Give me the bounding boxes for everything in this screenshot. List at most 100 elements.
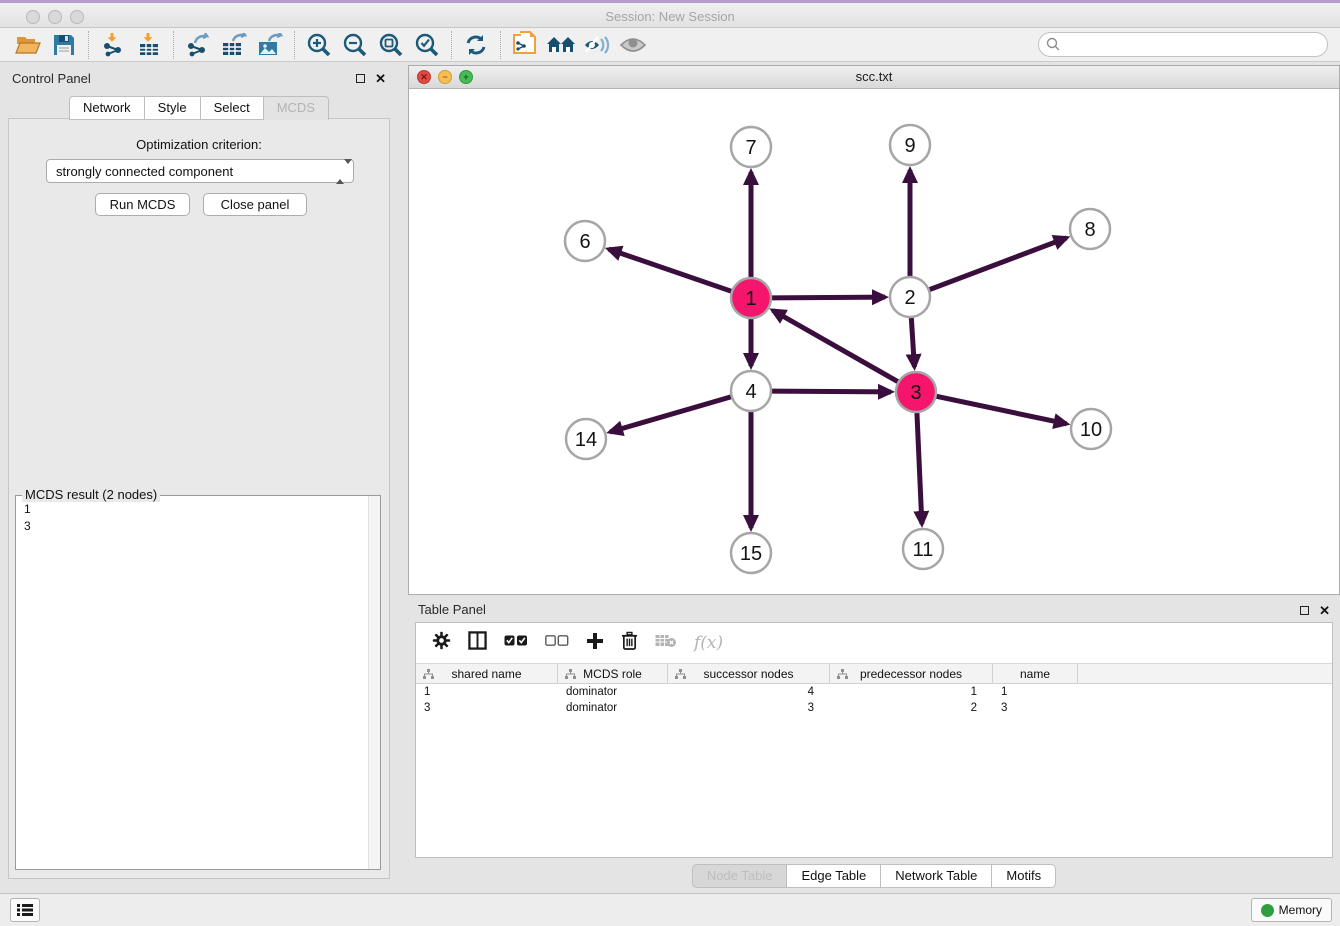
window-title: Session: New Session bbox=[0, 9, 1340, 24]
run-mcds-button[interactable]: Run MCDS bbox=[95, 193, 190, 216]
network-window-titlebar[interactable]: ✕ − + scc.txt bbox=[409, 66, 1339, 89]
search-box bbox=[1038, 32, 1328, 57]
result-scrollbar[interactable] bbox=[368, 496, 380, 869]
graph-node-label: 3 bbox=[910, 382, 921, 404]
table-header-row: shared nameMCDS rolesuccessor nodesprede… bbox=[416, 663, 1332, 684]
table-cell: dominator bbox=[558, 684, 668, 700]
export-network-icon[interactable] bbox=[180, 30, 216, 60]
graph-node-label: 10 bbox=[1080, 419, 1102, 441]
search-input[interactable] bbox=[1038, 32, 1328, 57]
tab-network[interactable]: Network bbox=[69, 96, 145, 120]
network-close-icon[interactable]: ✕ bbox=[417, 70, 431, 84]
optimization-label: Optimization criterion: bbox=[9, 137, 389, 152]
delete-column-icon[interactable] bbox=[621, 631, 638, 655]
table-cell: 1 bbox=[416, 684, 558, 700]
tab-style[interactable]: Style bbox=[145, 96, 201, 120]
add-column-icon[interactable] bbox=[586, 632, 604, 655]
memory-label: Memory bbox=[1279, 903, 1322, 917]
graph-node-label: 7 bbox=[745, 137, 756, 159]
mcds-result-title: MCDS result (2 nodes) bbox=[22, 487, 160, 502]
save-session-icon[interactable] bbox=[46, 30, 82, 60]
zoom-fit-icon[interactable] bbox=[373, 30, 409, 60]
float-table-panel-icon[interactable] bbox=[1300, 606, 1309, 615]
graph-node-label: 2 bbox=[904, 287, 915, 309]
network-minimize-icon[interactable]: − bbox=[438, 70, 452, 84]
graph-edge-2-3[interactable] bbox=[911, 318, 914, 367]
import-table-icon[interactable] bbox=[131, 30, 167, 60]
tab-node-table[interactable]: Node Table bbox=[692, 864, 788, 888]
graph-edge-3-11[interactable] bbox=[917, 413, 922, 524]
toolbar-separator bbox=[500, 31, 501, 59]
float-panel-icon[interactable] bbox=[356, 74, 365, 83]
function-builder-icon: f(x) bbox=[694, 633, 723, 653]
table-panel: Table Panel ✕ bbox=[408, 595, 1340, 893]
tab-mcds[interactable]: MCDS bbox=[264, 96, 329, 120]
homes-icon[interactable] bbox=[543, 30, 579, 60]
network-maximize-icon[interactable]: + bbox=[459, 70, 473, 84]
select-all-columns-icon[interactable] bbox=[504, 634, 528, 652]
titlebar: Session: New Session bbox=[0, 0, 1340, 28]
refresh-icon[interactable] bbox=[458, 30, 494, 60]
zoom-out-icon[interactable] bbox=[337, 30, 373, 60]
delete-table-icon bbox=[655, 634, 677, 653]
table-cell: 3 bbox=[416, 700, 558, 716]
column-header[interactable]: shared name bbox=[416, 664, 558, 683]
tab-select[interactable]: Select bbox=[201, 96, 264, 120]
table-toolbar: f(x) bbox=[416, 623, 1332, 663]
status-bar: Memory bbox=[0, 893, 1340, 926]
table-tabs: Node TableEdge TableNetwork TableMotifs bbox=[408, 864, 1340, 888]
graphics-details-icon[interactable] bbox=[579, 30, 615, 60]
close-panel-icon[interactable]: ✕ bbox=[375, 74, 386, 83]
close-table-panel-icon[interactable]: ✕ bbox=[1319, 606, 1330, 615]
table-cell: 1 bbox=[993, 684, 1078, 700]
tab-motifs[interactable]: Motifs bbox=[992, 864, 1056, 888]
toolbar-separator bbox=[88, 31, 89, 59]
graph-edge-1-2[interactable] bbox=[772, 297, 885, 298]
graph-node-label: 6 bbox=[579, 231, 590, 253]
graph-edge-4-3[interactable] bbox=[772, 391, 891, 392]
table-rows: 1dominator4113dominator323 bbox=[416, 684, 1332, 716]
unselect-all-columns-icon[interactable] bbox=[545, 634, 569, 652]
tab-network-table[interactable]: Network Table bbox=[881, 864, 992, 888]
task-history-button[interactable] bbox=[10, 898, 40, 922]
table-row[interactable]: 1dominator411 bbox=[416, 684, 1332, 700]
node-table: f(x) shared nameMCDS rolesuccessor nodes… bbox=[415, 622, 1333, 858]
table-cell: 1 bbox=[830, 684, 993, 700]
table-row[interactable]: 3dominator323 bbox=[416, 700, 1332, 716]
export-image-icon[interactable] bbox=[252, 30, 288, 60]
graph-edge-4-14[interactable] bbox=[610, 397, 731, 432]
graph-edge-3-10[interactable] bbox=[937, 396, 1067, 423]
graph-edge-3-1[interactable] bbox=[773, 310, 898, 381]
column-header[interactable]: successor nodes bbox=[668, 664, 830, 683]
graph-edge-1-6[interactable] bbox=[609, 249, 731, 291]
table-cell: 3 bbox=[993, 700, 1078, 716]
table-panel-title: Table Panel bbox=[418, 598, 1300, 617]
document-share-icon[interactable] bbox=[507, 30, 543, 60]
mcds-panel: Optimization criterion: strongly connect… bbox=[8, 118, 390, 879]
graph-edge-2-8[interactable] bbox=[930, 238, 1067, 290]
table-settings-gear-icon[interactable] bbox=[432, 631, 451, 655]
open-file-icon[interactable] bbox=[10, 30, 46, 60]
split-view-icon[interactable] bbox=[468, 631, 487, 655]
import-network-icon[interactable] bbox=[95, 30, 131, 60]
column-header[interactable]: MCDS role bbox=[558, 664, 668, 683]
network-canvas[interactable]: 1234678910111415 bbox=[409, 89, 1339, 594]
graph[interactable]: 1234678910111415 bbox=[409, 89, 1339, 594]
memory-button[interactable]: Memory bbox=[1251, 898, 1332, 922]
criterion-value: strongly connected component bbox=[56, 164, 233, 179]
export-table-icon[interactable] bbox=[216, 30, 252, 60]
tab-edge-table[interactable]: Edge Table bbox=[787, 864, 881, 888]
eye-icon[interactable] bbox=[615, 30, 651, 60]
column-header[interactable]: name bbox=[993, 664, 1078, 683]
close-panel-button[interactable]: Close panel bbox=[203, 193, 307, 216]
control-panel-title: Control Panel bbox=[12, 65, 356, 86]
table-cell: 2 bbox=[830, 700, 993, 716]
graph-node-label: 8 bbox=[1084, 219, 1095, 241]
main-toolbar bbox=[0, 28, 1340, 62]
zoom-selected-icon[interactable] bbox=[409, 30, 445, 60]
column-header[interactable]: predecessor nodes bbox=[830, 664, 993, 683]
criterion-select[interactable]: strongly connected component bbox=[46, 159, 354, 183]
graph-node-label: 4 bbox=[745, 381, 756, 403]
zoom-in-icon[interactable] bbox=[301, 30, 337, 60]
toolbar-separator bbox=[173, 31, 174, 59]
